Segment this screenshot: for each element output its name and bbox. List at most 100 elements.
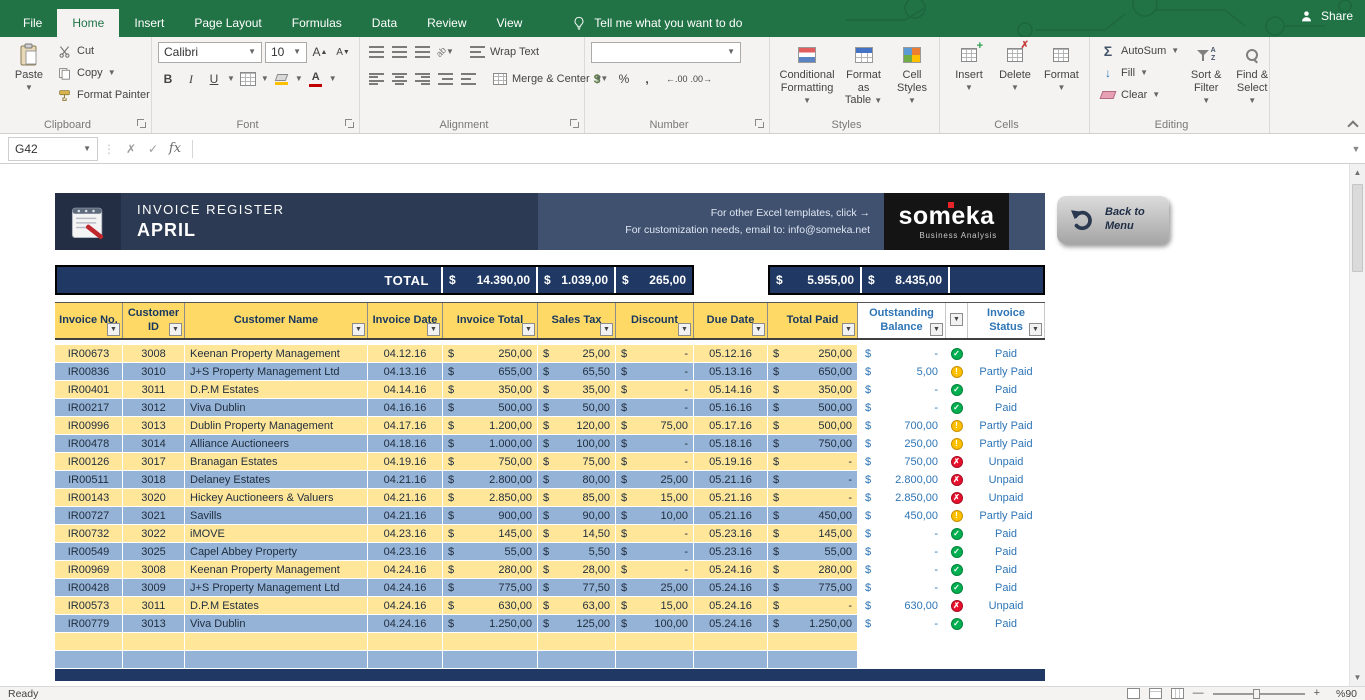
cell-invoice-status[interactable]: Unpaid [968, 489, 1045, 507]
cell-sales_tax[interactable]: $35,00 [538, 381, 616, 399]
cell-outstanding[interactable]: $- [858, 345, 946, 363]
cell-total_paid[interactable]: $750,00 [768, 435, 858, 453]
format-as-table-button[interactable]: Format asTable ▼ [838, 40, 889, 110]
cell-empty[interactable] [185, 651, 368, 669]
scrollbar-thumb[interactable] [1352, 184, 1363, 272]
cell-invoice-status[interactable]: Paid [968, 543, 1045, 561]
cell-empty[interactable] [616, 633, 694, 651]
cell-total_paid[interactable]: $- [768, 471, 858, 489]
cell-empty[interactable] [185, 633, 368, 651]
bold-button[interactable]: B [158, 69, 178, 89]
cell-invoice_date[interactable]: 04.12.16 [368, 345, 443, 363]
cell-customer_id[interactable]: 3021 [123, 507, 185, 525]
cell-invoice_no[interactable]: IR00732 [55, 525, 123, 543]
cell-invoice_total[interactable]: $145,00 [443, 525, 538, 543]
filter-icon-invoice_total[interactable]: ▼ [522, 323, 535, 336]
page-layout-view-icon[interactable] [1149, 688, 1162, 699]
cell-due_date[interactable]: 05.12.16 [694, 345, 768, 363]
collapse-ribbon-button[interactable] [1348, 119, 1357, 128]
alignment-dialog-launcher-icon[interactable] [570, 119, 580, 129]
zoom-level[interactable]: %90 [1329, 688, 1357, 700]
cell-invoice-status[interactable]: Paid [968, 525, 1045, 543]
tab-data[interactable]: Data [357, 9, 412, 37]
cell-invoice-status[interactable]: Paid [968, 399, 1045, 417]
filter-icon-total_paid[interactable]: ▼ [842, 323, 855, 336]
zoom-slider[interactable] [1213, 693, 1305, 695]
cell-customer_name[interactable]: Keenan Property Management [185, 561, 368, 579]
cell-sales_tax[interactable]: $28,00 [538, 561, 616, 579]
cell-empty[interactable] [968, 651, 1045, 669]
cell-discount[interactable]: $- [616, 345, 694, 363]
cell-sales_tax[interactable]: $120,00 [538, 417, 616, 435]
cell-sales_tax[interactable]: $125,00 [538, 615, 616, 633]
cell-total_paid[interactable]: $- [768, 597, 858, 615]
cell-outstanding[interactable]: $- [858, 381, 946, 399]
cell-customer_id[interactable]: 3012 [123, 399, 185, 417]
cell-due_date[interactable]: 05.17.16 [694, 417, 768, 435]
cell-invoice_no[interactable]: IR00969 [55, 561, 123, 579]
cell-empty[interactable] [768, 633, 858, 651]
cell-customer_name[interactable]: Dublin Property Management [185, 417, 368, 435]
cell-sales_tax[interactable]: $90,00 [538, 507, 616, 525]
cell-invoice-status[interactable]: Unpaid [968, 471, 1045, 489]
cell-customer_id[interactable]: 3009 [123, 579, 185, 597]
cell-customer_name[interactable]: D.P.M Estates [185, 381, 368, 399]
cell-outstanding[interactable]: $- [858, 525, 946, 543]
filter-icon-customer_name[interactable]: ▼ [352, 323, 365, 336]
cell-invoice_no[interactable]: IR00126 [55, 453, 123, 471]
cell-invoice_total[interactable]: $55,00 [443, 543, 538, 561]
cell-due_date[interactable]: 05.21.16 [694, 489, 768, 507]
cell-discount[interactable]: $15,00 [616, 489, 694, 507]
cell-outstanding[interactable]: $5,00 [858, 363, 946, 381]
cell-outstanding[interactable]: $- [858, 561, 946, 579]
cell-invoice_no[interactable]: IR00143 [55, 489, 123, 507]
cell-discount[interactable]: $- [616, 453, 694, 471]
conditional-formatting-button[interactable]: ConditionalFormatting ▼ [776, 40, 838, 110]
banner-info-line2[interactable]: For customization needs, email to: info@… [625, 222, 870, 238]
cell-invoice_total[interactable]: $2.850,00 [443, 489, 538, 507]
cell-invoice_date[interactable]: 04.23.16 [368, 525, 443, 543]
filter-icon-customer_id[interactable]: ▼ [169, 323, 182, 336]
tab-file[interactable]: File [8, 9, 57, 37]
cell-customer_name[interactable]: iMOVE [185, 525, 368, 543]
font-color-button[interactable]: A [306, 69, 326, 89]
align-bottom-button[interactable] [412, 42, 432, 62]
cell-invoice_total[interactable]: $775,00 [443, 579, 538, 597]
wrap-text-button[interactable]: Wrap Text [466, 41, 543, 63]
decrease-decimal-button[interactable]: .00→ [691, 69, 713, 89]
cell-customer_name[interactable]: J+S Property Management Ltd [185, 579, 368, 597]
expand-formula-bar-icon[interactable]: ▼ [1347, 144, 1365, 154]
name-box[interactable]: G42 ▼ [8, 137, 98, 161]
scroll-down-icon[interactable]: ▼ [1350, 669, 1365, 686]
filter-icon-discount[interactable]: ▼ [678, 323, 691, 336]
cell-invoice-status[interactable]: Partly Paid [968, 363, 1045, 381]
cell-discount[interactable]: $- [616, 399, 694, 417]
cell-customer_id[interactable]: 3008 [123, 345, 185, 363]
cell-empty[interactable] [968, 633, 1045, 651]
cell-sales_tax[interactable]: $5,50 [538, 543, 616, 561]
fill-button[interactable]: ↓ Fill ▼ [1096, 62, 1183, 84]
cell-customer_name[interactable]: Alliance Auctioneers [185, 435, 368, 453]
cell-total_paid[interactable]: $55,00 [768, 543, 858, 561]
cell-outstanding[interactable]: $- [858, 543, 946, 561]
cell-sales_tax[interactable]: $77,50 [538, 579, 616, 597]
cell-customer_id[interactable]: 3022 [123, 525, 185, 543]
cell-invoice_total[interactable]: $1.250,00 [443, 615, 538, 633]
borders-button[interactable] [238, 69, 258, 89]
cell-due_date[interactable]: 05.24.16 [694, 579, 768, 597]
number-dialog-launcher-icon[interactable] [755, 119, 765, 129]
cell-total_paid[interactable]: $500,00 [768, 399, 858, 417]
cell-outstanding[interactable]: $700,00 [858, 417, 946, 435]
cell-outstanding[interactable]: $750,00 [858, 453, 946, 471]
cell-outstanding[interactable]: $- [858, 615, 946, 633]
cell-discount[interactable]: $- [616, 561, 694, 579]
cell-sales_tax[interactable]: $63,00 [538, 597, 616, 615]
cell-customer_id[interactable]: 3008 [123, 561, 185, 579]
cell-invoice-status[interactable]: Partly Paid [968, 507, 1045, 525]
cell-invoice_total[interactable]: $655,00 [443, 363, 538, 381]
font-size-select[interactable]: 10 ▼ [265, 42, 307, 63]
font-dialog-launcher-icon[interactable] [345, 119, 355, 129]
cell-invoice_no[interactable]: IR00478 [55, 435, 123, 453]
cell-empty[interactable] [443, 651, 538, 669]
scroll-up-icon[interactable]: ▲ [1350, 164, 1365, 181]
